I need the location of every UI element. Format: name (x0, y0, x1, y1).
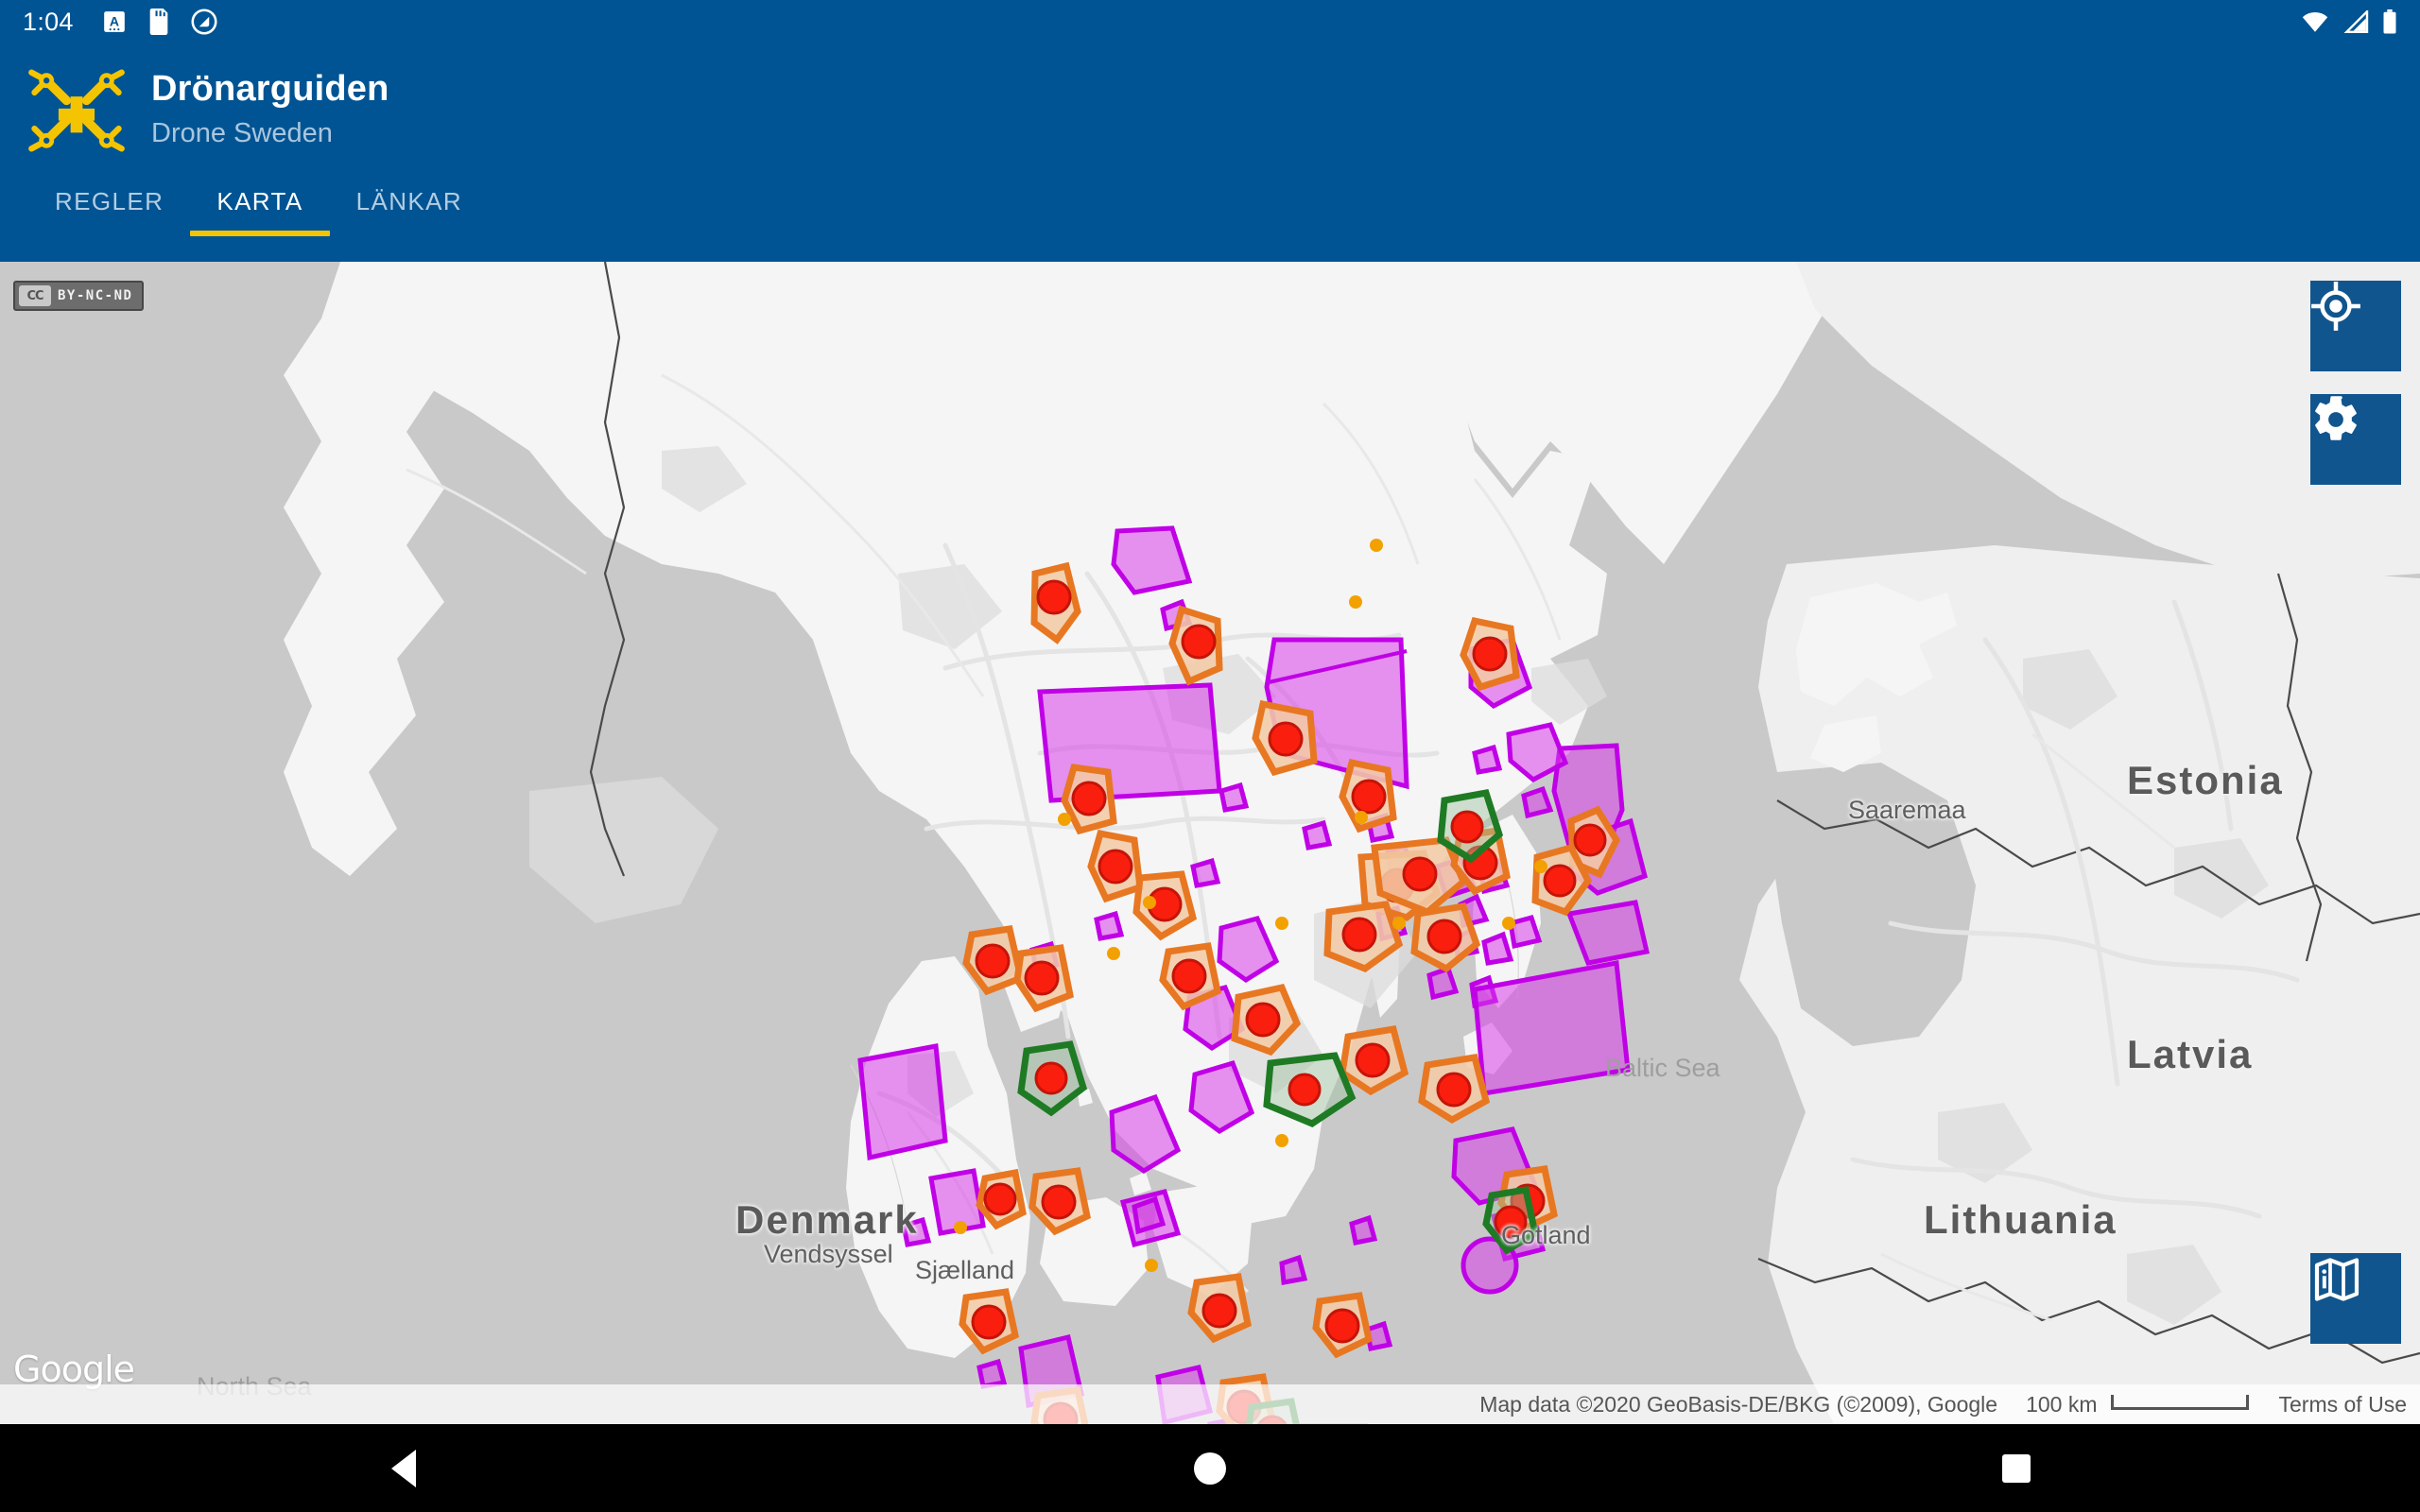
home-circle-icon (1194, 1452, 1226, 1485)
tab-lankar[interactable]: LÄNKAR (330, 166, 489, 236)
recents-square-icon (2002, 1454, 2031, 1483)
map-scale-bar (2111, 1395, 2249, 1410)
android-nav-bar (0, 1424, 2420, 1512)
app-brand-row: Drönarguiden Drone Sweden (0, 43, 2420, 161)
back-button[interactable] (337, 1424, 470, 1512)
tab-regler-label: REGLER (55, 187, 164, 216)
control-zone (1091, 833, 1140, 899)
tab-regler[interactable]: REGLER (28, 166, 190, 236)
sd-card-icon (147, 9, 170, 35)
map-info-icon (2310, 1253, 2363, 1306)
tab-karta-label: KARTA (216, 187, 302, 216)
battery-icon (2382, 9, 2397, 34)
control-zone (979, 1173, 1023, 1226)
do-not-disturb-icon (191, 9, 217, 35)
drone-logo-icon (26, 60, 127, 161)
tab-bar: REGLER KARTA LÄNKAR (0, 166, 2420, 236)
map-view[interactable]: .land{fill:#f5f5f5;} .land2{fill:#efefef… (0, 262, 2420, 1424)
app-titles: Drönarguiden Drone Sweden (151, 69, 389, 151)
map-attribution-text: Map data ©2020 GeoBasis-DE/BKG (©2009), … (1479, 1392, 1997, 1418)
android-screen: 1:04 A (0, 0, 2420, 1512)
status-bar-notification-icons: A (102, 9, 217, 35)
svg-text:A: A (110, 13, 119, 28)
status-bar-clock: 1:04 (23, 8, 74, 37)
cc-terms: BY-NC-ND (58, 288, 132, 303)
status-bar-system-icons (2301, 9, 2397, 34)
control-zone (1064, 767, 1114, 831)
legend-button[interactable] (2310, 1253, 2401, 1344)
tab-active-indicator (190, 231, 329, 236)
map-attribution-bar: Map data ©2020 GeoBasis-DE/BKG (©2009), … (0, 1384, 2420, 1424)
recents-button[interactable] (1950, 1424, 2083, 1512)
cell-signal-icon (2342, 10, 2369, 33)
my-location-button[interactable] (2310, 281, 2401, 371)
input-method-icon: A (102, 9, 127, 34)
app-title: Drönarguiden (151, 69, 389, 111)
crosshair-icon (2310, 281, 2361, 332)
wifi-icon (2301, 10, 2329, 33)
map-canvas: .land{fill:#f5f5f5;} .land2{fill:#efefef… (0, 262, 2420, 1424)
status-bar: 1:04 A (0, 0, 2420, 43)
app-subtitle: Drone Sweden (151, 116, 389, 152)
tab-lankar-label: LÄNKAR (356, 187, 462, 216)
map-scale-label: 100 km (2026, 1392, 2097, 1418)
home-button[interactable] (1144, 1424, 1276, 1512)
gear-icon (2310, 394, 2361, 445)
terms-of-use-link[interactable]: Terms of Use (2279, 1392, 2407, 1418)
settings-button[interactable] (2310, 394, 2401, 485)
back-triangle-icon (391, 1450, 416, 1487)
app-bar: Drönarguiden Drone Sweden REGLER KARTA L… (0, 43, 2420, 262)
cc-mark: CC (19, 285, 51, 306)
tab-karta[interactable]: KARTA (190, 166, 329, 236)
cc-license-badge: CC BY-NC-ND (13, 281, 144, 311)
